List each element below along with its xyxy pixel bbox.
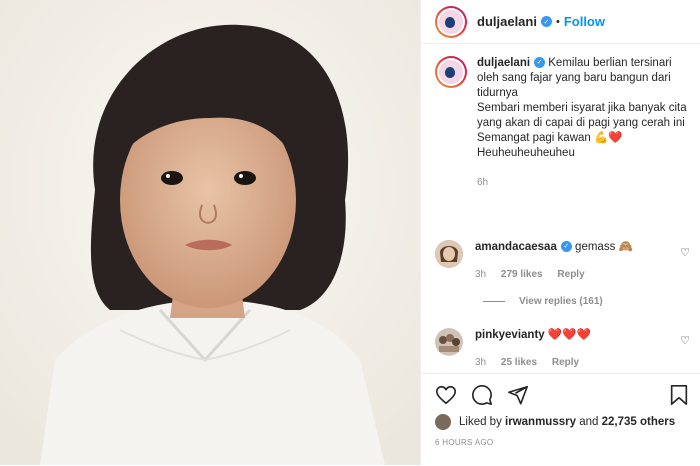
likes-others-link[interactable]: 22,735 others (602, 416, 676, 428)
verified-badge-icon: ✓ (534, 57, 546, 69)
action-icon-row (435, 384, 543, 406)
comment-text: gemass 🙈 (575, 241, 633, 253)
comment-text: ❤️❤️❤️ (547, 329, 591, 341)
commenter-username[interactable]: amandacaesaa (475, 241, 557, 253)
author-avatar-image (439, 9, 463, 34)
reply-button[interactable]: Reply (552, 357, 579, 368)
view-replies-label: View replies (161) (519, 296, 603, 307)
caption-line-3: Semangat pagi kawan 💪❤️ (477, 132, 623, 144)
bookmark-icon[interactable] (669, 384, 689, 406)
caption-avatar[interactable] (435, 56, 467, 88)
commenter-avatar[interactable] (435, 240, 463, 268)
caption-line-4: Heuheuheuheuheu (477, 147, 575, 159)
reply-button[interactable]: Reply (557, 269, 584, 280)
child-portrait-image (0, 0, 420, 465)
commenter-avatar-image (435, 328, 463, 356)
comment-item: amandacaesaa ✓ gemass 🙈 3h 279 likes Repl… (435, 240, 690, 282)
caption-text: duljaelani ✓ Kemilau berlian tersinari ol… (477, 56, 689, 190)
likes-mid: and (579, 416, 599, 428)
author-avatar-ring (437, 7, 465, 36)
share-send-icon[interactable] (507, 384, 529, 406)
follow-button[interactable]: Follow (564, 14, 605, 29)
liker-avatar[interactable] (435, 414, 451, 430)
commenter-avatar[interactable] (435, 328, 463, 356)
comment-bubble-icon[interactable] (471, 384, 493, 406)
caption-line-2: Sembari memberi isyarat jika banyak cita… (477, 102, 687, 129)
likes-summary: Liked by irwanmussry and 22,735 others (435, 414, 675, 430)
verified-badge-icon: ✓ (560, 241, 572, 253)
post-caption: duljaelani ✓ Kemilau berlian tersinari ol… (435, 56, 690, 190)
likes-prefix: Liked by (459, 416, 502, 428)
separator-dot: • (555, 15, 560, 28)
view-replies-link[interactable]: View replies (161) (483, 296, 603, 307)
author-avatar[interactable] (435, 5, 467, 38)
view-replies-divider (483, 301, 505, 302)
post-actions: Liked by irwanmussry and 22,735 others 6… (421, 373, 700, 466)
commenter-username[interactable]: pinkyevianty (475, 329, 545, 341)
post-sidebar: duljaelani ✓ • Follow duljaelani ✓ Kemila… (420, 0, 700, 465)
comment-time[interactable]: 3h (475, 357, 486, 368)
comment-meta: 3h 25 likes Reply (475, 355, 690, 370)
author-username[interactable]: duljaelani (477, 14, 537, 29)
verified-badge-icon: ✓ (540, 16, 552, 27)
caption-username[interactable]: duljaelani (477, 57, 530, 69)
caption-avatar-image (439, 60, 463, 84)
comment-likes[interactable]: 25 likes (501, 357, 537, 368)
comment-body: pinkyevianty ❤️❤️❤️ 3h 25 likes Reply (475, 328, 690, 370)
caption-first-line: duljaelani ✓ Kemilau berlian tersinari ol… (477, 56, 689, 101)
comment-time[interactable]: 3h (475, 269, 486, 280)
liker-username[interactable]: irwanmussry (505, 416, 576, 428)
post-timestamp[interactable]: 6 HOURS AGO (435, 438, 493, 447)
comment-body: amandacaesaa ✓ gemass 🙈 3h 279 likes Repl… (475, 240, 690, 282)
instagram-post: duljaelani ✓ • Follow duljaelani ✓ Kemila… (0, 0, 700, 465)
caption-avatar-ring (437, 58, 465, 86)
comment-item: pinkyevianty ❤️❤️❤️ 3h 25 likes Reply ♡ (435, 328, 690, 370)
comment-like-heart-icon[interactable]: ♡ (680, 334, 690, 347)
like-heart-icon[interactable] (435, 384, 457, 406)
post-header: duljaelani ✓ • Follow (421, 0, 700, 44)
post-photo[interactable] (0, 0, 420, 465)
commenter-avatar-image (435, 240, 463, 268)
comment-meta: 3h 279 likes Reply (475, 267, 690, 282)
caption-timestamp[interactable]: 6h (477, 175, 689, 190)
comment-like-heart-icon[interactable]: ♡ (680, 246, 690, 259)
comment-likes[interactable]: 279 likes (501, 269, 543, 280)
